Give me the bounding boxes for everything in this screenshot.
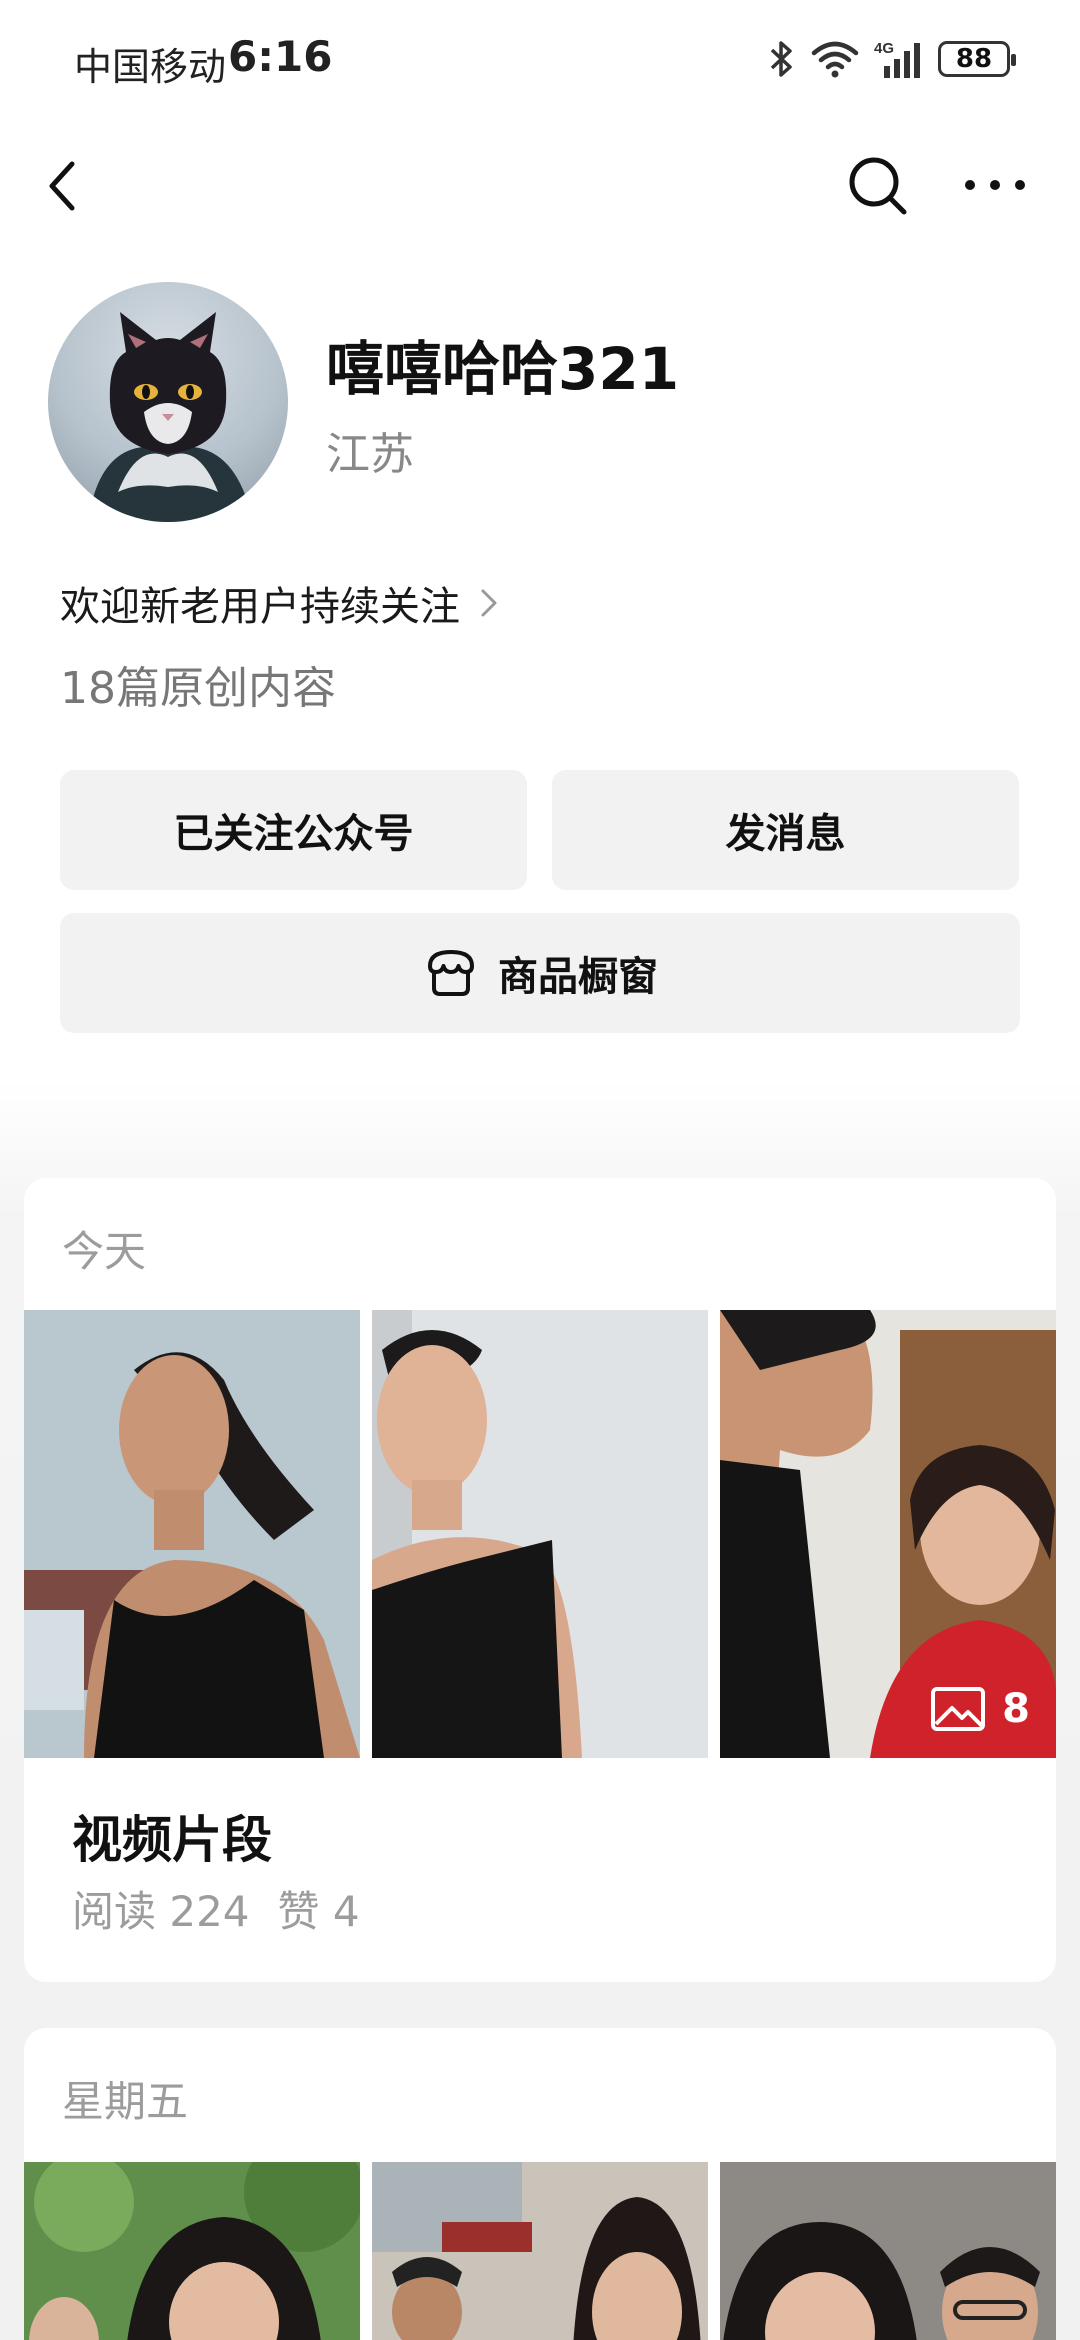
image-count: 8 — [1002, 1686, 1030, 1732]
avatar[interactable] — [48, 282, 288, 522]
shop-window-button[interactable]: 商品橱窗 — [60, 913, 1020, 1033]
read-count: 阅读 224 — [72, 1887, 250, 1936]
clock-time: 6:16 — [228, 32, 333, 81]
post-thumbnails: 8 — [24, 1310, 1056, 1758]
post-date: 今天 — [62, 1227, 147, 1276]
intro-link[interactable]: 欢迎新老用户持续关注 — [60, 574, 500, 632]
post-title[interactable]: 视频片段 — [72, 1800, 272, 1872]
more-horizontal-icon[interactable] — [960, 160, 1030, 210]
post-thumbnail[interactable] — [372, 2162, 708, 2340]
shop-window-label: 商品橱窗 — [498, 954, 658, 1000]
post-card[interactable]: 今天 8 视频片段 阅读 224 赞 4 — [24, 1178, 1056, 1982]
profile-region: 江苏 — [326, 429, 414, 480]
thumbnail-image — [720, 2162, 1056, 2340]
original-content-count: 18篇原创内容 — [60, 663, 336, 714]
profile-name: 嘻嘻哈哈321 — [326, 335, 680, 403]
post-thumbnail[interactable] — [720, 2162, 1056, 2340]
bluetooth-icon — [770, 41, 792, 77]
followed-account-button[interactable]: 已关注公众号 — [60, 770, 527, 890]
battery-indicator: 88 — [938, 41, 1016, 77]
post-thumbnail[interactable]: 8 — [720, 1310, 1056, 1758]
wifi-icon — [811, 41, 859, 78]
post-date: 星期五 — [62, 2077, 189, 2126]
post-thumbnail[interactable] — [24, 2162, 360, 2340]
post-stats: 阅读 224 赞 4 — [72, 1878, 360, 1939]
cellular-signal-icon: 4G — [874, 40, 920, 78]
thumbnail-image — [372, 2162, 708, 2340]
intro-text: 欢迎新老用户持续关注 — [60, 584, 460, 630]
search-icon[interactable] — [842, 150, 912, 220]
cat-avatar-image — [88, 312, 253, 522]
followed-account-label: 已关注公众号 — [173, 811, 414, 857]
image-count-badge: 8 — [930, 1686, 1030, 1732]
chevron-right-icon — [481, 589, 497, 617]
post-card[interactable]: 星期五 — [24, 2028, 1056, 2340]
post-thumbnails — [24, 2162, 1056, 2340]
status-bar: 中国移动 6:16 4G 88 — [0, 0, 1080, 120]
image-icon — [931, 1687, 986, 1731]
thumbnail-image — [372, 1310, 708, 1758]
carrier-label: 中国移动 — [74, 45, 227, 89]
thumbnail-image — [24, 1310, 360, 1758]
back-icon[interactable] — [36, 150, 88, 222]
battery-level: 88 — [955, 44, 993, 74]
post-thumbnail[interactable] — [24, 1310, 360, 1758]
like-count: 赞 4 — [277, 1887, 360, 1936]
thumbnail-image — [24, 2162, 360, 2340]
post-thumbnail[interactable] — [372, 1310, 708, 1758]
send-message-button[interactable]: 发消息 — [552, 770, 1019, 890]
send-message-label: 发消息 — [725, 811, 846, 857]
network-type-label: 4G — [874, 40, 894, 57]
shop-icon — [428, 950, 474, 996]
status-icons: 4G 88 — [766, 38, 1016, 80]
